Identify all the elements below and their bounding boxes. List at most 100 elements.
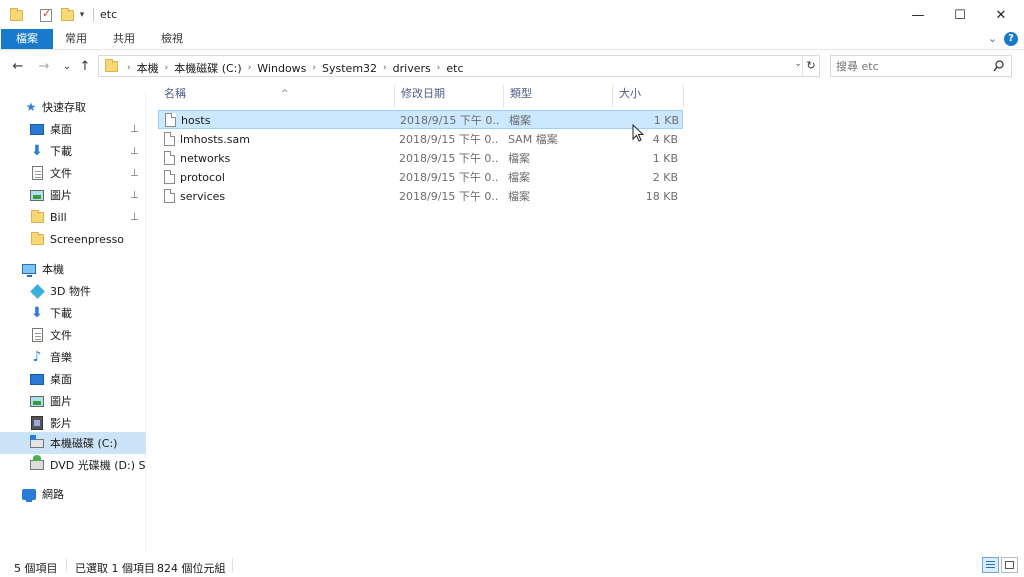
column-header-date[interactable]: 修改日期	[395, 85, 503, 110]
breadcrumb-windows[interactable]: Windows	[257, 62, 306, 75]
pin-icon[interactable]: ⊥	[130, 212, 139, 223]
tab-home[interactable]: 常用	[54, 29, 98, 49]
file-row-protocol[interactable]: protocol 2018/9/15 下午 0... 檔案 2 KB	[158, 168, 683, 187]
desktop-icon	[30, 372, 44, 386]
details-view-button[interactable]	[982, 557, 999, 573]
status-selection: 已選取 1 個項目	[75, 562, 155, 575]
nav-item-local-disk[interactable]: 本機磁碟 (C:)	[0, 432, 146, 454]
nav-item-downloads[interactable]: ⬇ 下載 ⊥	[0, 140, 146, 162]
search-input[interactable]	[836, 59, 986, 74]
download-icon: ⬇	[31, 143, 43, 159]
chevron-right-icon[interactable]: ›	[127, 63, 131, 73]
column-divider[interactable]	[683, 85, 684, 108]
pin-icon[interactable]: ⊥	[130, 190, 139, 201]
breadcrumb-drivers[interactable]: drivers	[393, 62, 431, 75]
3d-objects-icon	[29, 283, 45, 299]
file-type: 檔案	[508, 152, 530, 165]
pictures-icon	[30, 394, 44, 408]
file-row-networks[interactable]: networks 2018/9/15 下午 0... 檔案 1 KB	[158, 149, 683, 168]
file-size: 1 KB	[652, 152, 678, 165]
expand-ribbon-icon[interactable]: ⌄	[988, 32, 997, 45]
file-date: 2018/9/15 下午 0...	[400, 114, 500, 127]
details-view-icon	[986, 561, 995, 562]
maximize-button[interactable]: ☐	[937, 0, 983, 30]
column-name-label: 名稱	[164, 87, 186, 100]
nav-item-bill[interactable]: Bill ⊥	[0, 206, 146, 228]
nav-label: 圖片	[50, 189, 72, 202]
minimize-button[interactable]: —	[895, 0, 941, 30]
file-type: 檔案	[508, 171, 530, 184]
file-row-services[interactable]: services 2018/9/15 下午 0... 檔案 18 KB	[158, 187, 683, 206]
search-box[interactable]	[830, 55, 1012, 77]
nav-item-music[interactable]: ♪ 音樂	[0, 346, 146, 368]
help-icon[interactable]: ?	[1004, 32, 1018, 46]
nav-item-desktop-pc[interactable]: 桌面	[0, 368, 146, 390]
breadcrumb-etc[interactable]: etc	[446, 62, 463, 75]
recent-locations-button[interactable]: ⌄	[58, 55, 76, 77]
nav-item-3d-objects[interactable]: 3D 物件	[0, 280, 146, 302]
back-button[interactable]: ←	[9, 55, 27, 77]
nav-label: 影片	[50, 417, 72, 430]
refresh-button[interactable]: ↻	[802, 56, 819, 76]
nav-item-downloads-pc[interactable]: ⬇ 下載	[0, 302, 146, 324]
nav-item-dvd-drive[interactable]: DVD 光碟機 (D:) SS	[0, 454, 146, 476]
download-icon: ⬇	[31, 305, 43, 321]
customize-quick-access-icon[interactable]: ▾	[77, 7, 87, 23]
breadcrumb: › 本機 › 本機磁碟 (C:) › Windows › System32 › …	[121, 60, 464, 76]
close-button[interactable]: ✕	[978, 0, 1024, 30]
file-size: 2 KB	[652, 171, 678, 184]
folder-icon	[30, 209, 44, 224]
tab-view[interactable]: 檢視	[150, 29, 194, 49]
forward-button[interactable]: →	[35, 55, 53, 77]
nav-this-pc[interactable]: 本機	[0, 258, 146, 280]
nav-network[interactable]: 網路	[0, 483, 146, 505]
tab-share[interactable]: 共用	[102, 29, 146, 49]
chevron-right-icon[interactable]: ›	[437, 63, 441, 73]
nav-item-pictures[interactable]: 圖片 ⊥	[0, 184, 146, 206]
file-icon	[164, 132, 175, 146]
nav-label: Bill	[50, 210, 67, 224]
nav-item-screenpresso[interactable]: Screenpresso	[0, 228, 146, 250]
column-header-name[interactable]: 名稱 ^	[158, 85, 395, 110]
file-row-lmhosts[interactable]: lmhosts.sam 2018/9/15 下午 0... SAM 檔案 4 K…	[158, 130, 683, 149]
videos-icon	[30, 416, 44, 430]
pin-icon[interactable]: ⊥	[130, 168, 139, 179]
up-button[interactable]: ↑	[76, 55, 94, 77]
new-folder-icon[interactable]	[60, 7, 74, 23]
chevron-right-icon[interactable]: ›	[383, 63, 387, 73]
network-icon	[22, 487, 36, 502]
nav-item-videos[interactable]: 影片	[0, 412, 146, 434]
search-icon[interactable]	[993, 60, 1004, 73]
file-icon	[164, 189, 175, 203]
file-size: 18 KB	[645, 190, 678, 203]
file-size: 1 KB	[653, 114, 679, 127]
breadcrumb-local-disk[interactable]: 本機磁碟 (C:)	[174, 60, 241, 76]
ribbon-tabs: 檔案 常用 共用 檢視 ⌄ ?	[0, 29, 1024, 50]
chevron-right-icon[interactable]: ›	[248, 63, 252, 73]
address-dropdown-icon[interactable]: ⌄	[794, 59, 802, 69]
large-icons-view-button[interactable]	[1001, 557, 1018, 573]
address-bar[interactable]: › 本機 › 本機磁碟 (C:) › Windows › System32 › …	[98, 55, 820, 77]
nav-item-documents-pc[interactable]: 文件	[0, 324, 146, 346]
column-header-type[interactable]: 類型	[504, 85, 612, 110]
breadcrumb-this-pc[interactable]: 本機	[137, 60, 159, 76]
chevron-right-icon[interactable]: ›	[312, 63, 316, 73]
file-row-hosts[interactable]: hosts 2018/9/15 下午 0... 檔案 1 KB	[158, 110, 683, 129]
nav-label: 3D 物件	[50, 285, 91, 298]
nav-item-documents[interactable]: 文件 ⊥	[0, 162, 146, 184]
file-name: services	[180, 190, 226, 203]
tab-file[interactable]: 檔案	[1, 29, 53, 49]
pin-icon[interactable]: ⊥	[130, 146, 139, 157]
pin-icon[interactable]: ⊥	[130, 124, 139, 135]
chevron-right-icon[interactable]: ›	[165, 63, 169, 73]
nav-quick-access[interactable]: ★ 快速存取	[0, 96, 146, 118]
nav-item-pictures-pc[interactable]: 圖片	[0, 390, 146, 412]
breadcrumb-system32[interactable]: System32	[322, 62, 377, 75]
file-date: 2018/9/15 下午 0...	[399, 190, 499, 203]
properties-icon[interactable]	[38, 7, 54, 23]
file-icon	[164, 151, 175, 165]
sort-ascending-icon: ^	[281, 89, 289, 99]
nav-item-desktop[interactable]: 桌面 ⊥	[0, 118, 146, 140]
column-header-size[interactable]: 大小	[613, 85, 683, 110]
file-type: 檔案	[509, 114, 531, 127]
